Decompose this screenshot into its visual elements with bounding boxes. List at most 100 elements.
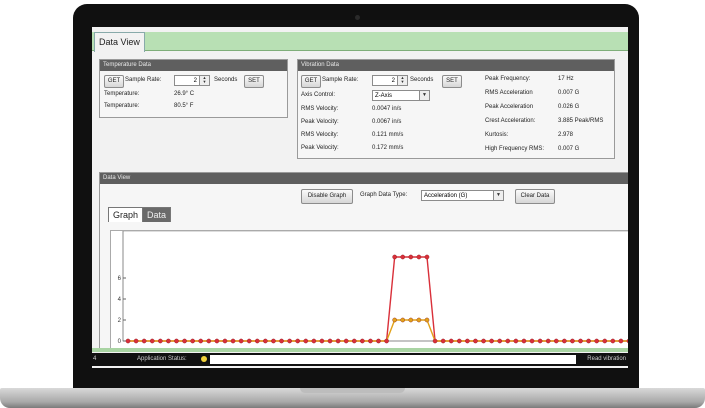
- y-tick-label: 6: [118, 276, 122, 282]
- data-point-series-1: [166, 338, 171, 344]
- data-point-series-1: [562, 338, 567, 344]
- peak-frequency-value: 17 Hz: [558, 76, 574, 82]
- data-point-series-1: [311, 338, 317, 344]
- data-point-series-1: [174, 338, 179, 344]
- temperature-f-value: 80.5° F: [174, 103, 194, 109]
- graph-data-type-value: Acceleration (G): [424, 193, 468, 199]
- vibration-get-button[interactable]: GET: [301, 75, 321, 88]
- disable-graph-button[interactable]: Disable Graph: [301, 189, 353, 204]
- spinner-arrows-icon[interactable]: ▲ ▼: [397, 76, 407, 85]
- y-tick-label: 0: [118, 339, 122, 345]
- rms-velocity-ins-value: 0.0047 in/s: [372, 106, 402, 112]
- data-point-series-1: [222, 338, 228, 344]
- status-left-text: 4: [93, 356, 97, 362]
- data-point-series-1: [408, 254, 414, 260]
- vibration-sample-rate-input[interactable]: 2 ▲ ▼: [372, 75, 408, 86]
- peak-velocity-ins-value: 0.0067 in/s: [372, 119, 402, 125]
- tab-data-view[interactable]: Data View: [94, 32, 145, 52]
- tab-graph[interactable]: Graph: [108, 207, 144, 222]
- crest-acceleration-value: 3.885 Peak/RMS: [558, 118, 604, 124]
- data-point-series-1: [158, 338, 163, 344]
- peak-velocity-mms-value: 0.172 mm/s: [372, 145, 404, 151]
- high-frequency-rms-label: High Frequency RMS:: [485, 146, 545, 152]
- vibration-seconds-label: Seconds: [410, 77, 434, 83]
- data-point-series-2: [392, 317, 397, 323]
- temperature-set-button[interactable]: SET: [244, 75, 264, 88]
- data-point-series-1: [481, 338, 486, 344]
- data-point-series-1: [610, 338, 616, 344]
- temperature-sample-rate-value: 2: [193, 78, 197, 84]
- data-point-series-1: [238, 338, 244, 344]
- clear-data-button[interactable]: Clear Data: [515, 189, 555, 204]
- data-point-series-1: [246, 338, 252, 344]
- data-point-series-1: [198, 338, 204, 344]
- data-point-series-1: [351, 338, 357, 344]
- temperature-sample-rate-label: Sample Rate:: [125, 77, 162, 83]
- data-point-series-1: [602, 338, 608, 344]
- rms-acceleration-value: 0.007 G: [558, 90, 580, 96]
- data-point-series-1: [497, 338, 503, 344]
- rms-velocity-mms-label: RMS Velocity:: [301, 132, 339, 138]
- axis-control-label: Axis Control:: [301, 92, 336, 98]
- data-point-series-1: [416, 254, 422, 260]
- data-point-series-1: [295, 338, 300, 344]
- data-point-series-1: [392, 254, 397, 260]
- data-point-series-1: [537, 338, 543, 344]
- axis-control-value: Z-Axis: [375, 93, 392, 99]
- spinner-arrows-icon[interactable]: ▲ ▼: [199, 76, 209, 85]
- data-point-series-1: [545, 338, 551, 344]
- data-point-series-1: [149, 338, 155, 344]
- temperature-panel-title: Temperature Data: [100, 60, 287, 71]
- crest-acceleration-label: Crest Acceleration:: [485, 118, 536, 124]
- tab-data[interactable]: Data: [142, 207, 172, 222]
- data-point-series-1: [125, 338, 131, 344]
- data-point-series-1: [448, 338, 454, 344]
- camera-icon: [355, 15, 360, 20]
- peak-acceleration-value: 0.026 G: [558, 104, 580, 110]
- app-status-label: Application Status:: [137, 356, 187, 362]
- temperature-c-value: 26.9° C: [174, 91, 195, 97]
- data-point-series-1: [214, 338, 220, 344]
- tab-bar: [92, 32, 628, 51]
- data-point-series-1: [465, 338, 470, 344]
- axis-control-select[interactable]: Z-Axis ▼: [372, 90, 430, 101]
- data-point-series-2: [424, 317, 430, 323]
- plot-background: [122, 230, 628, 342]
- data-point-series-1: [141, 338, 147, 344]
- data-point-series-1: [473, 338, 478, 344]
- graph-data-type-select[interactable]: Acceleration (G) ▼: [421, 190, 504, 201]
- status-indicator-icon: [201, 356, 207, 362]
- vibration-set-button[interactable]: SET: [442, 75, 462, 88]
- data-point-series-1: [254, 338, 260, 344]
- temperature-get-button[interactable]: GET: [104, 75, 124, 88]
- data-point-series-1: [343, 338, 349, 344]
- data-point-series-1: [384, 338, 389, 344]
- data-point-series-1: [424, 254, 430, 260]
- acceleration-chart-svg: 6 4 2 0: [118, 230, 628, 345]
- data-point-series-1: [376, 338, 381, 344]
- data-point-series-1: [586, 338, 591, 344]
- rms-velocity-mms-value: 0.121 mm/s: [372, 132, 404, 138]
- peak-velocity-ins-label: Peak Velocity:: [301, 119, 339, 125]
- data-point-series-1: [335, 338, 341, 344]
- temperature-sample-rate-input[interactable]: 2 ▲ ▼: [174, 75, 210, 86]
- chevron-down-icon[interactable]: ▼: [419, 91, 429, 100]
- data-point-series-1: [230, 338, 236, 344]
- data-point-series-1: [432, 338, 438, 344]
- data-point-series-1: [618, 338, 624, 344]
- temperature-seconds-label: Seconds: [214, 77, 238, 83]
- data-point-series-1: [287, 338, 292, 344]
- data-point-series-1: [190, 338, 195, 344]
- data-point-series-1: [133, 338, 139, 344]
- acceleration-chart: 6 4 2 0: [110, 230, 628, 350]
- peak-frequency-label: Peak Frequency:: [485, 76, 531, 82]
- chevron-down-icon[interactable]: ▼: [493, 191, 503, 200]
- y-tick-label: 2: [118, 318, 122, 324]
- data-point-series-1: [319, 338, 325, 344]
- y-tick-label: 4: [118, 297, 122, 303]
- data-point-series-1: [182, 338, 187, 344]
- data-point-series-1: [570, 338, 575, 344]
- data-point-series-1: [578, 338, 583, 344]
- data-point-series-1: [521, 338, 527, 344]
- status-right-text: Read vibration: [587, 356, 626, 362]
